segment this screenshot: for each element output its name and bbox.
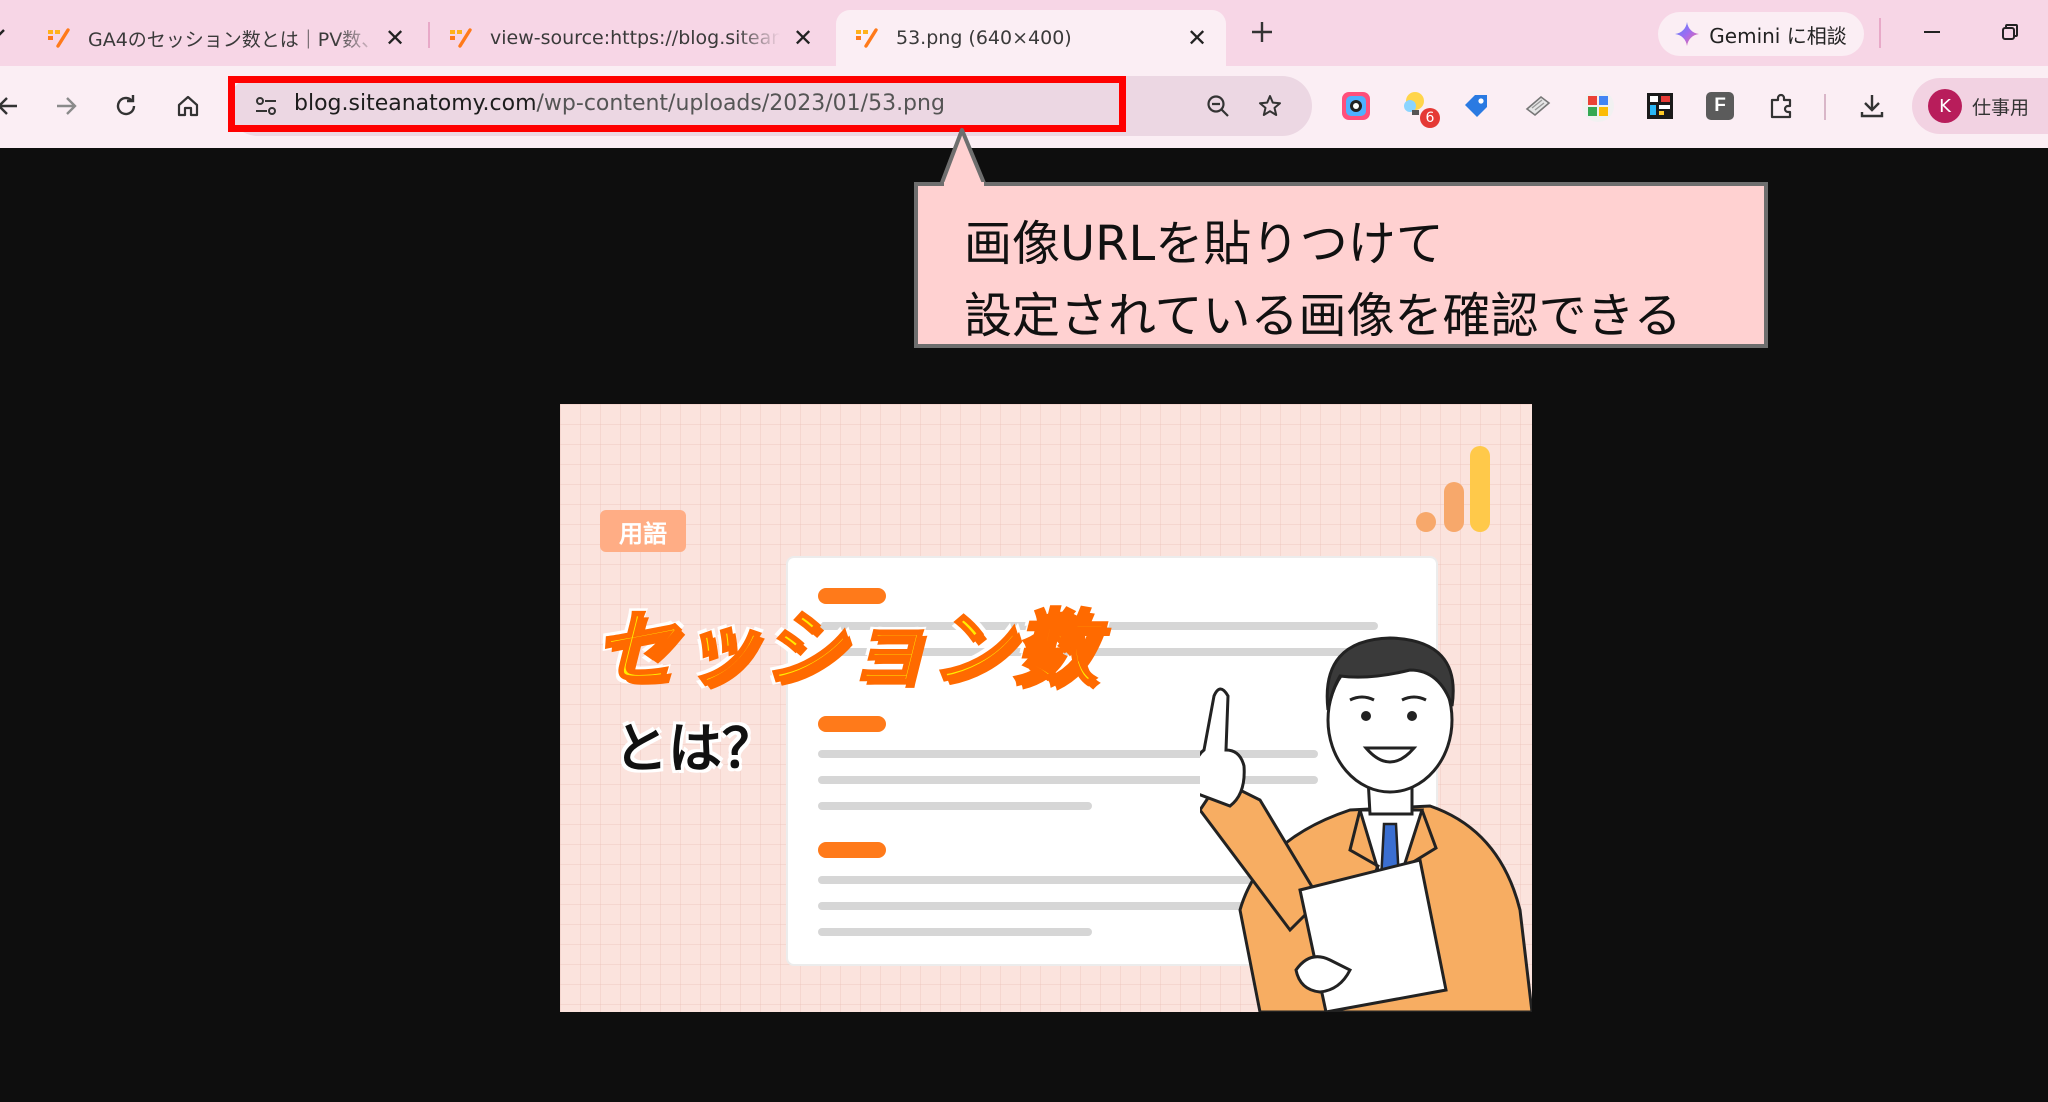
google-squares-icon <box>1582 90 1614 122</box>
extension-badge: 6 <box>1420 108 1440 128</box>
extension-qr-button[interactable] <box>1640 86 1680 126</box>
back-button[interactable] <box>0 84 30 128</box>
tab-strip: GA4のセッション数とは｜PV数、ユーザー数 ✕ view-source:htt… <box>0 0 2048 66</box>
url-text[interactable]: blog.siteanatomy.com/wp-content/uploads/… <box>294 91 945 116</box>
color-picker-icon <box>1342 92 1370 120</box>
tab-divider <box>428 22 430 48</box>
tab-ga4-session[interactable]: GA4のセッション数とは｜PV数、ユーザー数 ✕ <box>28 10 424 66</box>
callout-pointer <box>938 128 988 190</box>
image-subheadline: とは？ <box>614 717 776 780</box>
analytics-logo-icon <box>1416 446 1490 532</box>
home-button[interactable] <box>166 84 210 128</box>
url-path: /wp-content/uploads/2023/01/53.png <box>536 91 945 116</box>
reload-button[interactable] <box>104 84 148 128</box>
site-favicon-icon <box>448 27 474 49</box>
browser-toolbar: blog.siteanatomy.com/wp-content/uploads/… <box>0 66 2048 148</box>
reload-icon <box>116 95 136 116</box>
doc-heading-bar <box>818 842 886 858</box>
callout-line-1: 画像URLを貼りつけて <box>964 216 1444 272</box>
tab-close-button[interactable]: ✕ <box>1182 23 1212 53</box>
gemini-label: Gemini に相談 <box>1709 23 1847 48</box>
tab-search-chevron[interactable] <box>0 18 12 48</box>
tab-53-png[interactable]: 53.png (640×400) ✕ <box>836 10 1226 66</box>
home-icon <box>177 95 199 117</box>
category-tag: 用語 <box>600 510 686 552</box>
tab-close-button[interactable]: ✕ <box>788 23 818 53</box>
site-favicon-icon <box>46 27 72 49</box>
doc-text-line <box>818 802 1092 810</box>
callout-tail-seam <box>944 182 984 188</box>
arrow-right-icon <box>57 97 77 115</box>
displayed-image: 用語 セッション数 とは？ <box>560 404 1532 1012</box>
download-icon <box>1860 95 1884 118</box>
qr-palette-icon <box>1647 93 1673 119</box>
zoom-out-icon <box>1207 95 1229 117</box>
extension-letter: F <box>1714 95 1726 116</box>
site-favicon-icon <box>854 27 880 49</box>
tab-title: 53.png (640×400) <box>896 27 1072 49</box>
image-headline: セッション数 <box>593 601 1098 699</box>
zoom-button[interactable] <box>1200 88 1236 124</box>
tab-strip-divider <box>1879 18 1881 48</box>
downloads-button[interactable] <box>1852 86 1892 126</box>
gemini-sparkle-icon <box>1675 22 1700 46</box>
doc-heading-bar <box>818 716 886 732</box>
toolbar-divider <box>1824 94 1826 120</box>
profile-name: 仕事用 <box>1972 96 2030 119</box>
arrow-left-icon <box>0 97 17 115</box>
annotation-callout: 画像URLを貼りつけて 設定されている画像を確認できる <box>914 182 1768 348</box>
puzzle-icon <box>1770 93 1792 119</box>
gemini-button[interactable]: Gemini に相談 <box>1658 12 1864 56</box>
plus-icon <box>1252 22 1272 42</box>
minimize-icon <box>1924 31 1940 33</box>
address-bar[interactable]: blog.siteanatomy.com/wp-content/uploads/… <box>228 76 1312 136</box>
profile-button[interactable]: K 仕事用 <box>1912 78 2048 134</box>
tune-icon <box>256 97 276 115</box>
bookmark-button[interactable] <box>1252 88 1288 124</box>
letter-f-icon: F <box>1706 92 1734 120</box>
extension-colorzilla-button[interactable] <box>1336 86 1376 126</box>
tab-view-source[interactable]: view-source:https://blog.siteanatomy.com… <box>432 10 832 66</box>
tag-icon <box>1465 95 1487 117</box>
avatar: K <box>1928 89 1962 123</box>
callout-line-2: 設定されている画像を確認できる <box>964 288 1682 344</box>
extension-f-button[interactable]: F <box>1700 86 1740 126</box>
star-icon <box>1259 95 1281 116</box>
restore-icon <box>2002 24 2018 40</box>
site-info-button[interactable] <box>246 86 286 126</box>
new-tab-button[interactable] <box>1244 14 1280 50</box>
tab-title: GA4のセッション数とは｜PV数、ユーザー数 <box>88 28 378 51</box>
forward-button[interactable] <box>44 84 88 128</box>
extension-tag-button[interactable] <box>1456 86 1496 126</box>
tab-title: view-source:https://blog.siteanatomy.com <box>490 27 780 49</box>
restore-button[interactable] <box>1992 14 2028 50</box>
businessman-illustration <box>1200 636 1532 1012</box>
url-domain: blog.siteanatomy.com <box>294 91 537 116</box>
extension-paper-button[interactable] <box>1518 86 1558 126</box>
extension-lightbulb-button[interactable]: 6 <box>1398 86 1440 128</box>
paper-icon <box>1525 95 1551 117</box>
minimize-button[interactable] <box>1914 14 1950 50</box>
doc-text-line <box>818 928 1092 936</box>
tab-close-button[interactable]: ✕ <box>380 23 410 53</box>
extension-google-button[interactable] <box>1578 86 1618 126</box>
chevron-down-icon <box>0 29 5 36</box>
extensions-menu-button[interactable] <box>1762 86 1802 126</box>
